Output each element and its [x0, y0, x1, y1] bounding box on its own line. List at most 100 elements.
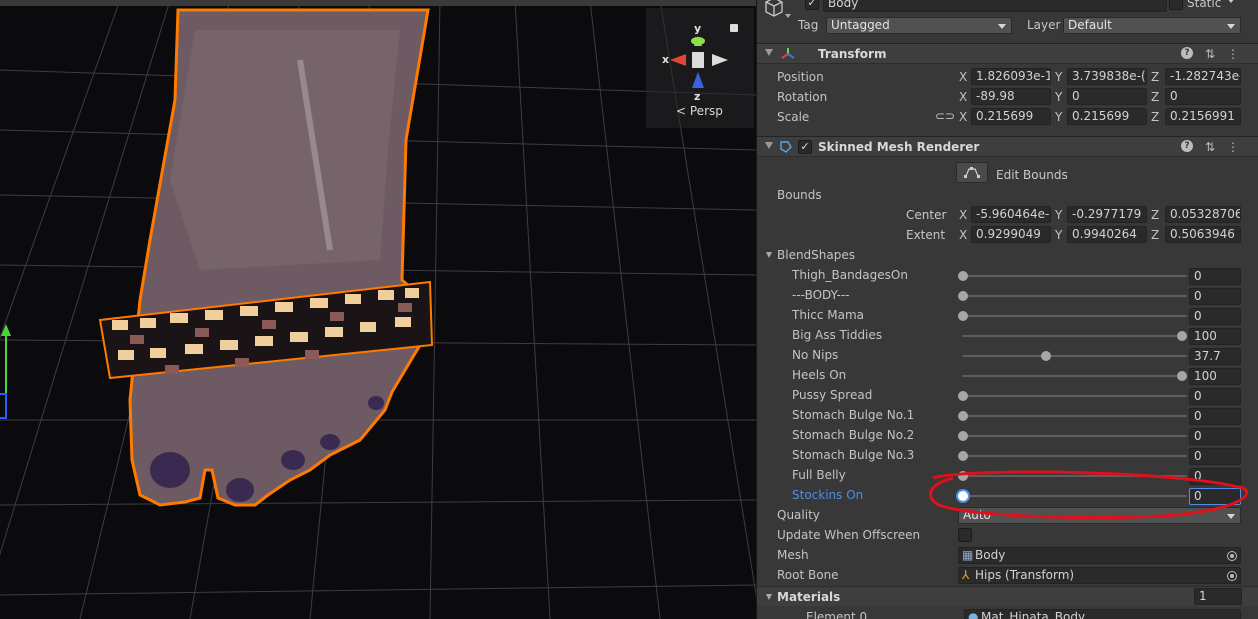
blendshape-label: Big Ass Tiddies — [792, 328, 883, 342]
element-0-row[interactable]: Element 0 ● Mat_Hinata_Body — [757, 606, 1258, 619]
root-bone-value: Hips (Transform) — [975, 568, 1075, 582]
blendshape-slider[interactable] — [962, 315, 1187, 317]
preset-icon[interactable]: ⇅ — [1205, 140, 1215, 154]
blendshape-value-field[interactable]: 0 — [1189, 428, 1241, 445]
slider-handle[interactable] — [958, 291, 968, 301]
rotation-z-field[interactable]: 0 — [1165, 88, 1241, 105]
blendshape-slider[interactable] — [962, 415, 1187, 417]
tag-value: Untagged — [831, 18, 890, 32]
blendshape-value-field[interactable]: 0 — [1189, 388, 1241, 405]
root-bone-field[interactable]: ⅄ Hips (Transform) — [958, 567, 1241, 584]
icon-dropdown-icon[interactable] — [785, 14, 791, 18]
blendshape-slider[interactable] — [962, 275, 1187, 277]
transform-icon — [781, 48, 795, 59]
blendshape-value-field[interactable]: 0 — [1189, 288, 1241, 305]
extent-y-field[interactable]: 0.9940264 — [1067, 226, 1147, 243]
preset-icon[interactable]: ⇅ — [1205, 47, 1215, 61]
z-axis-label: Z — [1151, 228, 1160, 242]
blendshape-label: Full Belly — [792, 468, 846, 482]
help-icon[interactable]: ? — [1180, 140, 1193, 152]
tag-dropdown[interactable]: Untagged — [826, 17, 1012, 34]
blendshape-slider[interactable] — [962, 435, 1187, 437]
y-axis-label: Y — [1055, 110, 1063, 124]
scale-y-field[interactable]: 0.215699 — [1067, 108, 1147, 125]
scale-x-field[interactable]: 0.215699 — [971, 108, 1051, 125]
foldout-arrow-icon[interactable] — [765, 142, 773, 149]
skinned-mesh-icon — [780, 141, 792, 153]
scene-view[interactable]: y x z < Persp — [0, 0, 756, 619]
element0-value: Mat_Hinata_Body — [981, 610, 1086, 619]
layer-label: Layer — [1027, 18, 1061, 32]
blendshape-slider[interactable] — [962, 335, 1187, 337]
blendshape-slider[interactable] — [962, 295, 1187, 297]
component-enabled-checkbox[interactable]: ✓ — [798, 140, 812, 154]
slider-handle[interactable] — [958, 451, 968, 461]
gizmo-axes-icon[interactable] — [646, 8, 754, 108]
blendshape-slider[interactable] — [962, 355, 1187, 357]
transform-header[interactable]: Transform ? ⇅ ⋮ — [757, 43, 1258, 64]
position-x-field[interactable]: 1.826093e-1 — [971, 68, 1051, 85]
update-offscreen-checkbox[interactable] — [958, 528, 972, 542]
blendshapes-label[interactable]: BlendShapes — [777, 248, 855, 262]
transform-title: Transform — [818, 47, 887, 61]
mesh-icon: ▦ — [962, 548, 974, 562]
element0-field[interactable]: ● Mat_Hinata_Body — [964, 609, 1241, 619]
slider-handle[interactable] — [958, 411, 968, 421]
center-z-field[interactable]: 0.05328706 — [1165, 206, 1241, 223]
scale-z-field[interactable]: 0.2156991 — [1165, 108, 1241, 125]
materials-foldout-icon[interactable] — [766, 594, 772, 600]
mesh-field[interactable]: ▦ Body — [958, 547, 1241, 564]
y-axis-label: Y — [1055, 70, 1063, 84]
materials-count-field[interactable]: 1 — [1194, 588, 1242, 605]
layer-dropdown[interactable]: Default — [1063, 17, 1241, 34]
center-y-field[interactable]: -0.2977179 — [1067, 206, 1147, 223]
position-z-field[interactable]: -1.282743e- — [1165, 68, 1241, 85]
slider-handle[interactable] — [958, 391, 968, 401]
blendshape-value-field[interactable]: 100 — [1189, 368, 1241, 385]
slider-handle[interactable] — [1040, 351, 1051, 361]
smr-title: Skinned Mesh Renderer — [818, 140, 980, 154]
blendshape-value-field[interactable]: 100 — [1189, 328, 1241, 345]
slider-handle[interactable] — [1177, 371, 1187, 381]
rotation-y-field[interactable]: 0 — [1067, 88, 1147, 105]
extent-x-field[interactable]: 0.9299049 — [971, 226, 1051, 243]
object-picker-icon[interactable] — [1227, 551, 1237, 561]
projection-label[interactable]: < Persp — [676, 104, 723, 118]
blendshapes-foldout-icon[interactable] — [766, 252, 772, 258]
blendshape-value-field[interactable]: 0 — [1189, 268, 1241, 285]
more-menu-icon[interactable]: ⋮ — [1227, 47, 1239, 61]
blendshape-slider[interactable] — [962, 375, 1187, 377]
static-dropdown-icon[interactable] — [1227, 0, 1235, 3]
blendshape-value-field[interactable]: 37.7 — [1189, 348, 1241, 365]
materials-label: Materials — [777, 590, 841, 604]
more-menu-icon[interactable]: ⋮ — [1227, 140, 1239, 154]
position-label: Position — [777, 70, 824, 84]
slider-handle[interactable] — [958, 431, 968, 441]
rotation-x-field[interactable]: -89.98 — [971, 88, 1051, 105]
edit-bounds-button[interactable] — [956, 162, 988, 183]
slider-handle[interactable] — [1177, 331, 1187, 341]
object-picker-icon[interactable] — [1227, 571, 1237, 581]
object-name-field[interactable]: Body — [823, 0, 1167, 12]
slider-handle[interactable] — [958, 311, 968, 321]
blendshape-slider[interactable] — [962, 395, 1187, 397]
blendshape-value-field[interactable]: 0 — [1189, 408, 1241, 425]
static-checkbox[interactable] — [1169, 0, 1183, 10]
position-y-field[interactable]: 3.739838e-( — [1067, 68, 1147, 85]
scene-orientation-gizmo[interactable]: y x z < Persp — [646, 8, 754, 128]
center-x-field[interactable]: -5.960464e- — [971, 206, 1051, 223]
link-icon[interactable]: ⊂⊃ — [935, 109, 955, 123]
skinned-mesh-renderer-header[interactable]: ✓ Skinned Mesh Renderer ? ⇅ ⋮ — [757, 136, 1258, 157]
blendshape-value-field[interactable]: 0 — [1189, 308, 1241, 325]
blendshape-slider[interactable] — [962, 455, 1187, 457]
blendshape-value-field[interactable]: 0 — [1189, 448, 1241, 465]
y-axis-label: Y — [1055, 90, 1063, 104]
help-icon[interactable]: ? — [1180, 47, 1193, 59]
extent-z-field[interactable]: 0.5063946 — [1165, 226, 1241, 243]
scene-grid — [0, 0, 756, 619]
x-axis-label: X — [959, 208, 968, 222]
materials-header[interactable]: Materials 1 — [757, 586, 1258, 606]
active-checkbox[interactable]: ✓ — [805, 0, 819, 10]
foldout-arrow-icon[interactable] — [765, 49, 773, 56]
slider-handle[interactable] — [958, 271, 968, 281]
